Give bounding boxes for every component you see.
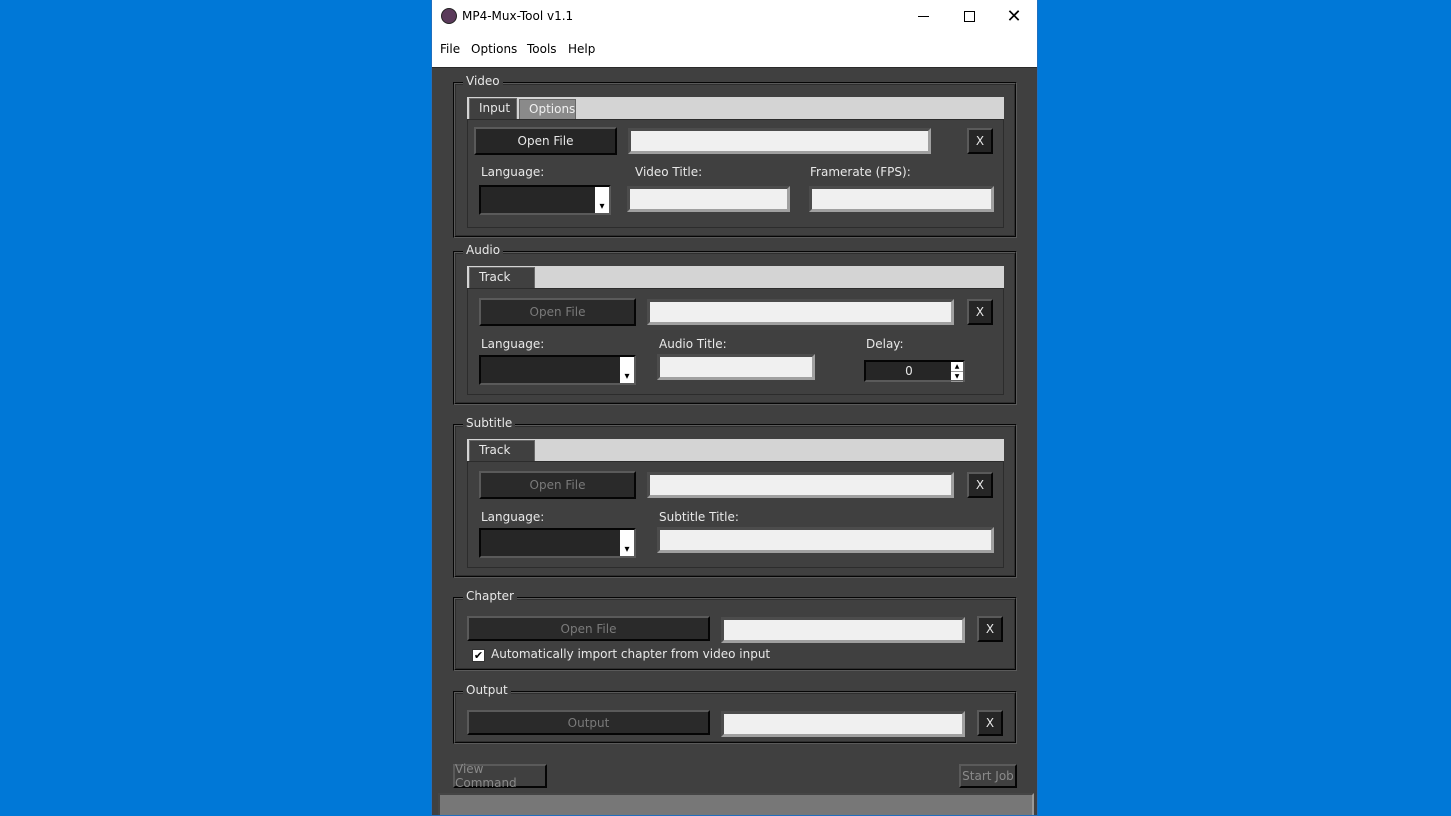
audio-file-path-input[interactable] xyxy=(647,299,954,325)
chapter-group: Chapter Open File X ✔ Automatically impo… xyxy=(453,589,1017,671)
tab-subtitle-track-1[interactable]: Track #1 xyxy=(469,440,535,475)
tab-video-input[interactable]: Input xyxy=(469,98,517,120)
subtitle-track-panel: Open File X Language: ▾ Subtitle Title: xyxy=(467,461,1004,568)
audio-track-panel: Open File X Language: ▾ Audio Title: Del… xyxy=(467,288,1004,395)
chevron-down-icon: ▾ xyxy=(620,530,634,556)
video-clear-button[interactable]: X xyxy=(967,128,993,154)
video-language-label: Language: xyxy=(481,165,545,179)
maximize-icon xyxy=(963,10,975,22)
audio-tabstrip: Track #1 xyxy=(467,266,1004,302)
subtitle-title-input[interactable] xyxy=(657,527,994,553)
video-input-panel: Open File X Language: ▾ Video Title: Fra… xyxy=(467,119,1004,228)
status-bar xyxy=(438,793,1034,815)
video-tabstrip: Input Options xyxy=(467,97,1004,120)
chapter-open-file-button[interactable]: Open File xyxy=(467,616,710,641)
audio-language-select[interactable]: ▾ xyxy=(479,355,636,385)
video-group: Video Input Options Open File X Language… xyxy=(453,74,1017,238)
video-language-select[interactable]: ▾ xyxy=(479,185,611,215)
output-file-path-input[interactable] xyxy=(721,711,965,737)
close-icon: ✕ xyxy=(1006,5,1022,27)
subtitle-language-label: Language: xyxy=(481,510,545,524)
close-button[interactable]: ✕ xyxy=(991,0,1037,32)
video-file-path-input[interactable] xyxy=(628,128,931,154)
minimize-button[interactable] xyxy=(900,0,946,32)
stepper-down-icon[interactable]: ▼ xyxy=(951,372,963,382)
subtitle-language-select[interactable]: ▾ xyxy=(479,528,636,558)
delay-stepper[interactable]: 0 ▲ ▼ xyxy=(864,360,965,382)
delay-label: Delay: xyxy=(866,337,904,351)
video-open-file-button[interactable]: Open File xyxy=(474,127,617,155)
subtitle-title-label: Subtitle Title: xyxy=(659,510,739,524)
menu-help[interactable]: Help xyxy=(568,42,595,56)
start-job-button[interactable]: Start Job xyxy=(959,764,1017,788)
view-command-button[interactable]: View Command xyxy=(453,762,547,790)
menu-options[interactable]: Options xyxy=(471,42,517,56)
video-title-label: Video Title: xyxy=(635,165,703,179)
output-group: Output Output X xyxy=(453,683,1017,744)
output-clear-button[interactable]: X xyxy=(977,710,1003,736)
stepper-up-icon[interactable]: ▲ xyxy=(951,362,963,372)
audio-group-label: Audio xyxy=(463,243,504,257)
subtitle-file-path-input[interactable] xyxy=(647,472,954,498)
video-title-input[interactable] xyxy=(627,186,790,212)
app-window: MP4-Mux-Tool v1.1 ✕ File Options Tools H… xyxy=(431,0,1038,816)
menu-tools[interactable]: Tools xyxy=(527,42,557,56)
chapter-clear-button[interactable]: X xyxy=(977,616,1003,642)
menu-bar: File Options Tools Help xyxy=(432,34,1037,64)
audio-clear-button[interactable]: X xyxy=(967,299,993,325)
delay-value: 0 xyxy=(905,364,913,378)
app-icon xyxy=(441,8,457,24)
main-panel: Video Input Options Open File X Language… xyxy=(432,67,1037,815)
framerate-input[interactable] xyxy=(809,186,994,212)
tab-video-options[interactable]: Options xyxy=(519,99,576,119)
chevron-down-icon: ▾ xyxy=(595,187,609,213)
audio-title-input[interactable] xyxy=(657,354,815,380)
audio-group: Audio Track #1 Open File X Language: ▾ A… xyxy=(453,243,1017,405)
window-title: MP4-Mux-Tool v1.1 xyxy=(462,9,574,23)
subtitle-clear-button[interactable]: X xyxy=(967,472,993,498)
auto-import-chapter-checkbox[interactable]: ✔ xyxy=(472,649,485,662)
chapter-file-path-input[interactable] xyxy=(721,617,965,643)
audio-language-label: Language: xyxy=(481,337,545,351)
output-group-label: Output xyxy=(463,683,511,697)
chapter-group-label: Chapter xyxy=(463,589,517,603)
menu-file[interactable]: File xyxy=(440,42,460,56)
subtitle-group-label: Subtitle xyxy=(463,416,516,430)
output-button[interactable]: Output xyxy=(467,710,710,735)
subtitle-tabstrip: Track #1 xyxy=(467,439,1004,475)
video-group-label: Video xyxy=(463,74,503,88)
auto-import-chapter-label: Automatically import chapter from video … xyxy=(491,647,771,661)
framerate-label: Framerate (FPS): xyxy=(810,165,911,179)
maximize-button[interactable] xyxy=(946,0,992,32)
subtitle-open-file-button[interactable]: Open File xyxy=(479,471,636,499)
tab-audio-track-1[interactable]: Track #1 xyxy=(469,267,535,302)
subtitle-group: Subtitle Track #1 Open File X Language: … xyxy=(453,416,1017,578)
title-bar: MP4-Mux-Tool v1.1 ✕ xyxy=(432,0,1037,32)
audio-title-label: Audio Title: xyxy=(659,337,727,351)
audio-open-file-button[interactable]: Open File xyxy=(479,298,636,326)
chevron-down-icon: ▾ xyxy=(620,357,634,383)
stepper-arrows[interactable]: ▲ ▼ xyxy=(951,362,963,382)
minimize-icon xyxy=(917,15,929,17)
